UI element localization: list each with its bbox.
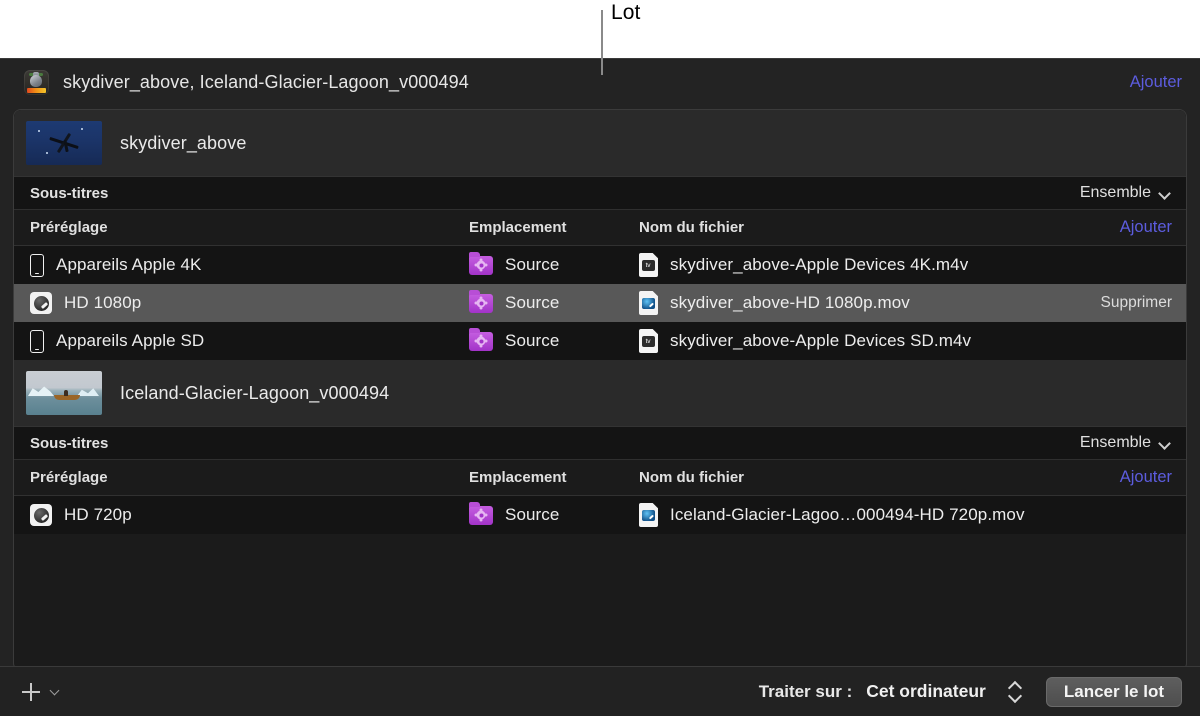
purple-folder-icon [469, 328, 493, 351]
iphone-icon [30, 253, 44, 277]
callout-leader-line [601, 10, 603, 75]
m4v-document-icon [639, 253, 658, 277]
output-rows: HD 720p Source Iceland-Glacier-Lagoo…000… [14, 496, 1186, 534]
subtitles-bar: Sous-titres Ensemble [14, 176, 1186, 210]
batch-add-button[interactable]: Ajouter [1130, 73, 1184, 92]
output-location: Source [505, 293, 560, 312]
column-header-filename: Nom du fichier [639, 469, 745, 486]
chevron-down-icon [1159, 438, 1170, 449]
table-row[interactable]: HD 720p Source Iceland-Glacier-Lagoo…000… [14, 496, 1186, 534]
chevron-down-icon [50, 687, 61, 696]
batch-title: skydiver_above, Iceland-Glacier-Lagoon_v… [63, 72, 469, 92]
output-location: Source [505, 505, 560, 524]
output-rows: Appareils Apple 4K Source skydiver_above… [14, 246, 1186, 360]
process-on-label: Traiter sur : [758, 681, 853, 701]
subtitles-popup-button[interactable]: Ensemble [1080, 184, 1174, 202]
subtitles-bar: Sous-titres Ensemble [14, 426, 1186, 460]
mov-document-icon [639, 503, 658, 527]
process-on-value: Cet ordinateur [866, 681, 986, 701]
subtitles-label: Sous-titres [30, 434, 109, 452]
bottom-toolbar: Traiter sur : Cet ordinateur Lancer le l… [0, 666, 1200, 716]
table-row[interactable]: HD 1080p Source skydiver_above-HD 1080p.… [14, 284, 1186, 322]
job-iceland-glacier-lagoon: Iceland-Glacier-Lagoon_v000494 Sous-titr… [14, 360, 1186, 534]
plus-icon [22, 682, 40, 701]
callout-area: Lot [0, 0, 1200, 58]
job-header[interactable]: Iceland-Glacier-Lagoon_v000494 [14, 360, 1186, 426]
job-name: skydiver_above [120, 132, 247, 153]
output-preset-name: Appareils Apple 4K [56, 255, 202, 274]
subtitles-popup-button[interactable]: Ensemble [1080, 434, 1174, 452]
glacier-lagoon-thumbnail [26, 371, 102, 415]
job-name: Iceland-Glacier-Lagoon_v000494 [120, 382, 390, 403]
column-headers: Préréglage Emplacement Nom du fichier Aj… [14, 210, 1186, 246]
process-on-popup[interactable]: Cet ordinateur [866, 681, 1022, 703]
output-location: Source [505, 255, 560, 274]
output-filename: skydiver_above-HD 1080p.mov [670, 293, 910, 312]
window-titlebar: skydiver_above, Iceland-Glacier-Lagoon_v… [0, 59, 1200, 106]
callout-label: Lot [611, 1, 641, 24]
job-add-output-button[interactable]: Ajouter [1120, 468, 1172, 487]
skydiver-thumbnail [26, 121, 102, 165]
column-header-preset: Préréglage [30, 219, 108, 236]
job-header[interactable]: skydiver_above [14, 110, 1186, 176]
column-header-preset: Préréglage [30, 469, 108, 486]
purple-folder-icon [469, 502, 493, 525]
compressor-batch-window: skydiver_above, Iceland-Glacier-Lagoon_v… [0, 58, 1200, 716]
compressor-app-icon [24, 70, 49, 95]
delete-output-button[interactable]: Supprimer [1089, 294, 1173, 312]
output-preset-name: HD 1080p [64, 293, 142, 312]
table-row[interactable]: Appareils Apple 4K Source skydiver_above… [14, 246, 1186, 284]
output-filename: skydiver_above-Apple Devices SD.m4v [670, 331, 972, 350]
output-location: Source [505, 331, 560, 350]
iphone-icon [30, 329, 44, 353]
column-header-filename-group: Nom du fichier Ajouter [639, 218, 1172, 237]
output-preset-name: HD 720p [64, 505, 132, 524]
job-skydiver: skydiver_above Sous-titres Ensemble Prér… [14, 110, 1186, 360]
add-job-button[interactable] [22, 682, 61, 701]
toolbar-right-group: Traiter sur : Cet ordinateur Lancer le l… [758, 676, 1182, 707]
jobs-scroll-area[interactable]: skydiver_above Sous-titres Ensemble Prér… [13, 109, 1187, 671]
subtitles-popup-value: Ensemble [1079, 184, 1151, 201]
column-header-location: Emplacement [469, 219, 567, 236]
up-down-stepper-icon [1008, 681, 1022, 703]
mov-document-icon [639, 291, 658, 315]
start-batch-button[interactable]: Lancer le lot [1045, 676, 1182, 707]
output-filename: Iceland-Glacier-Lagoo…000494-HD 720p.mov [670, 505, 1025, 524]
column-header-filename-group: Nom du fichier Ajouter [639, 468, 1172, 487]
column-header-filename: Nom du fichier [639, 219, 745, 236]
purple-folder-icon [469, 252, 493, 275]
table-row[interactable]: Appareils Apple SD Source skydiver_above… [14, 322, 1186, 360]
quicktime-icon [30, 292, 52, 314]
quicktime-icon [30, 504, 52, 526]
column-header-location: Emplacement [469, 469, 567, 486]
output-filename: skydiver_above-Apple Devices 4K.m4v [670, 255, 969, 274]
subtitles-label: Sous-titres [30, 184, 109, 202]
purple-folder-icon [469, 290, 493, 313]
job-add-output-button[interactable]: Ajouter [1120, 218, 1172, 237]
m4v-document-icon [639, 329, 658, 353]
column-headers: Préréglage Emplacement Nom du fichier Aj… [14, 460, 1186, 496]
chevron-down-icon [1159, 188, 1170, 199]
output-preset-name: Appareils Apple SD [56, 331, 205, 350]
subtitles-popup-value: Ensemble [1079, 434, 1151, 451]
